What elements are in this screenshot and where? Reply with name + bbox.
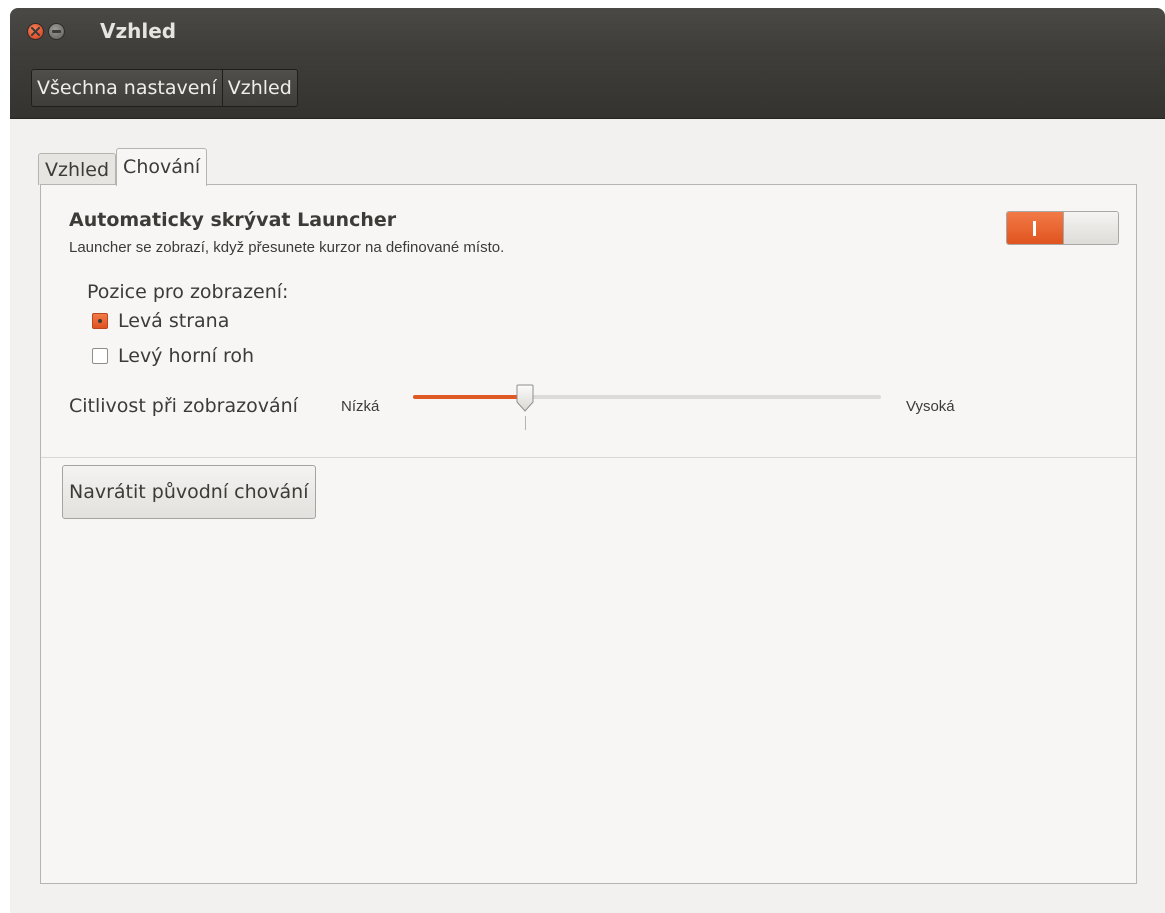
behavior-panel: Automaticky skrývat Launcher Launcher se… xyxy=(40,184,1137,884)
radio-button-checked[interactable] xyxy=(92,313,108,329)
reveal-position-label: Pozice pro zobrazení: xyxy=(87,281,289,303)
autohide-title: Automaticky skrývat Launcher xyxy=(69,209,397,231)
slider-tick-mark xyxy=(525,416,526,430)
sensitivity-min-label: Nízká xyxy=(341,398,380,415)
breadcrumb-all-settings[interactable]: Všechna nastavení xyxy=(32,70,222,106)
reveal-option-top-left-corner[interactable]: Levý horní roh xyxy=(92,343,254,369)
breadcrumb-appearance[interactable]: Vzhled xyxy=(221,70,297,106)
breadcrumb: Všechna nastavení Vzhled xyxy=(31,69,298,107)
close-icon[interactable] xyxy=(27,23,44,40)
sensitivity-label: Citlivost při zobrazování xyxy=(69,395,298,417)
radio-label: Levý horní roh xyxy=(118,345,255,367)
tab-appearance[interactable]: Vzhled xyxy=(38,153,117,185)
autohide-description: Launcher se zobrazí, když přesunete kurz… xyxy=(69,239,505,256)
radio-label: Levá strana xyxy=(118,310,230,332)
autohide-switch[interactable] xyxy=(1006,211,1119,245)
settings-window: Vzhled Všechna nastavení Vzhled Vzhled C… xyxy=(10,8,1165,913)
reveal-option-left-side[interactable]: Levá strana xyxy=(92,308,229,334)
reset-behavior-button[interactable]: Navrátit původní chování xyxy=(62,465,316,519)
slider-handle[interactable] xyxy=(515,384,535,412)
separator xyxy=(41,457,1136,458)
switch-knob xyxy=(1063,212,1118,244)
sensitivity-slider[interactable] xyxy=(413,384,881,436)
switch-on-indicator xyxy=(1007,212,1063,244)
sensitivity-max-label: Vysoká xyxy=(906,398,955,415)
title-bar: Vzhled xyxy=(10,8,1165,56)
content-area: Vzhled Chování Automaticky skrývat Launc… xyxy=(10,119,1165,913)
slider-fill xyxy=(413,395,525,399)
radio-button[interactable] xyxy=(92,348,108,364)
toolbar: Všechna nastavení Vzhled xyxy=(10,56,1165,119)
minimize-icon[interactable] xyxy=(48,23,65,40)
window-title: Vzhled xyxy=(100,19,177,43)
tab-bar: Vzhled Chování xyxy=(38,148,208,186)
tab-behavior[interactable]: Chování xyxy=(116,148,208,186)
